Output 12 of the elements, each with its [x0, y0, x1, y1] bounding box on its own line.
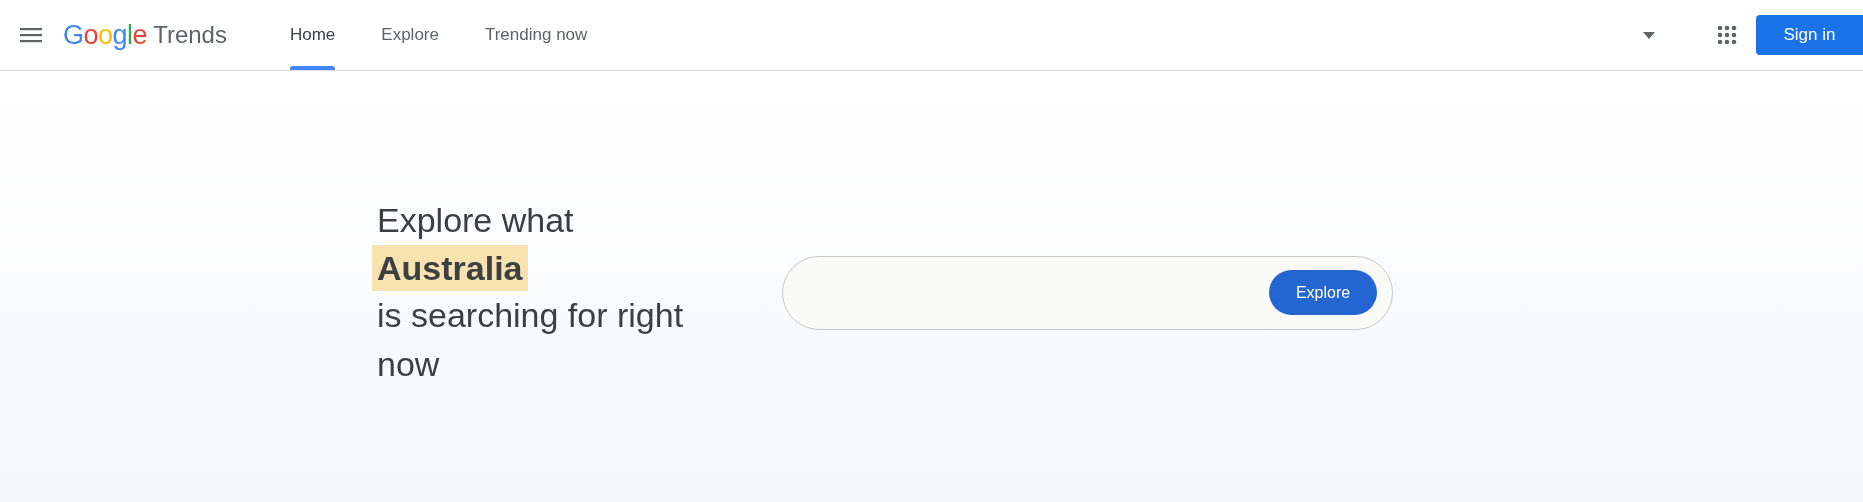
brand-logo: Google [63, 21, 148, 49]
dropdown-caret-icon[interactable] [1643, 31, 1655, 39]
product-name: Trends [153, 23, 227, 47]
search-field[interactable]: Explore [782, 255, 1393, 330]
hero-heading: Explore what Australia is searching for right now [372, 196, 687, 389]
menu-icon[interactable] [20, 27, 42, 43]
explore-button[interactable]: Explore [1269, 270, 1377, 315]
apps-grid-icon[interactable] [1717, 25, 1737, 45]
sign-in-button[interactable]: Sign in [1756, 15, 1863, 55]
nav-tab[interactable]: Explore [362, 0, 458, 70]
nav-tab[interactable]: Home [270, 0, 355, 70]
nav-tab[interactable]: Trending now [465, 0, 607, 70]
